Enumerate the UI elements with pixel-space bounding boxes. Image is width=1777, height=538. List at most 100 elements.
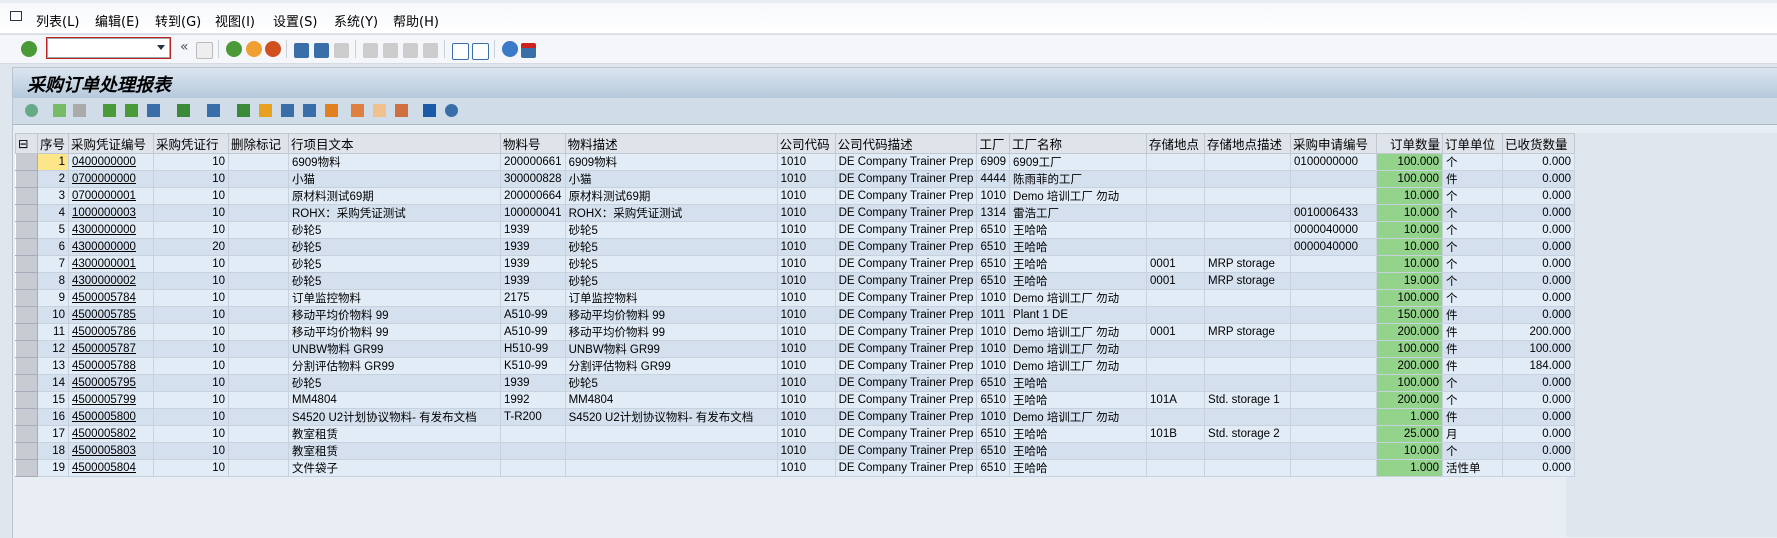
menu-help[interactable]: 帮助(H) bbox=[393, 11, 439, 30]
chevron-down-icon[interactable] bbox=[157, 45, 165, 54]
save-icon[interactable] bbox=[196, 42, 213, 59]
column-header-purchase-requisition[interactable]: 采购申请编号 bbox=[1290, 133, 1378, 154]
cell-po-number[interactable]: 0700000001 bbox=[68, 187, 154, 205]
column-header-po-item[interactable]: 采购凭证行 bbox=[153, 133, 229, 154]
word-processing-icon[interactable] bbox=[259, 104, 272, 117]
enter-icon[interactable] bbox=[21, 41, 37, 57]
cell-po-number[interactable]: 4500005784 bbox=[68, 289, 154, 307]
filter-icon[interactable] bbox=[147, 104, 160, 117]
menu-system[interactable]: 系统(Y) bbox=[334, 11, 378, 30]
row-selector[interactable] bbox=[15, 374, 38, 392]
select-all-rows-button[interactable]: ⊟ bbox=[15, 133, 38, 154]
row-selector[interactable] bbox=[15, 391, 38, 409]
cell-po-number[interactable]: 4300000000 bbox=[68, 221, 154, 239]
info-icon[interactable] bbox=[423, 104, 436, 117]
cell-po-number[interactable]: 1000000003 bbox=[68, 204, 154, 222]
abc-analysis-icon[interactable] bbox=[303, 104, 316, 117]
menu-edit[interactable]: 编辑(E) bbox=[95, 11, 139, 30]
row-selector[interactable] bbox=[15, 289, 38, 307]
cell-po-number[interactable]: 4500005786 bbox=[68, 323, 154, 341]
column-header-storage-location[interactable]: 存储地点 bbox=[1146, 133, 1206, 154]
cell-po-number[interactable]: 4500005803 bbox=[68, 442, 154, 460]
menu-view[interactable]: 视图(I) bbox=[215, 11, 255, 30]
customize-layout-icon[interactable] bbox=[521, 43, 536, 58]
previous-page-icon[interactable] bbox=[383, 43, 398, 58]
cell-po-number[interactable]: 0400000000 bbox=[68, 153, 154, 171]
sum-icon[interactable] bbox=[177, 104, 190, 117]
new-session-icon[interactable] bbox=[452, 43, 469, 60]
column-header-po-number[interactable]: 采购凭证编号 bbox=[68, 133, 154, 154]
cell-po-number[interactable]: 4500005785 bbox=[68, 306, 154, 324]
command-field[interactable] bbox=[46, 37, 171, 59]
cell-po-number[interactable]: 4300000002 bbox=[68, 272, 154, 290]
collapse-icon[interactable]: « bbox=[180, 39, 189, 55]
cell-po-number[interactable]: 4500005802 bbox=[68, 425, 154, 443]
column-header-company-code[interactable]: 公司代码 bbox=[776, 133, 836, 154]
row-selector[interactable] bbox=[15, 170, 38, 188]
row-selector[interactable] bbox=[15, 340, 38, 358]
cell-po-number[interactable]: 4500005787 bbox=[68, 340, 154, 358]
row-selector[interactable] bbox=[15, 425, 38, 443]
cell-po-number[interactable]: 0700000000 bbox=[68, 170, 154, 188]
column-header-item-text[interactable]: 行项目文本 bbox=[288, 133, 501, 154]
shortcut-icon[interactable] bbox=[472, 43, 489, 60]
menu-goto[interactable]: 转到(G) bbox=[155, 11, 201, 30]
row-selector[interactable] bbox=[15, 187, 38, 205]
help-icon[interactable] bbox=[502, 41, 518, 57]
row-selector[interactable] bbox=[15, 442, 38, 460]
exit-icon[interactable] bbox=[246, 41, 262, 57]
subtotal-icon[interactable] bbox=[207, 104, 220, 117]
last-page-icon[interactable] bbox=[423, 43, 438, 58]
deselect-all-icon[interactable] bbox=[73, 104, 86, 117]
row-selector[interactable] bbox=[15, 272, 38, 290]
column-header-deletion-flag[interactable]: 删除标记 bbox=[228, 133, 289, 154]
column-header-company-code-description[interactable]: 公司代码描述 bbox=[834, 133, 978, 154]
row-selector[interactable] bbox=[15, 221, 38, 239]
sort-descending-icon[interactable] bbox=[125, 104, 138, 117]
menu-icon[interactable] bbox=[10, 11, 22, 21]
column-header-material-number[interactable]: 物料号 bbox=[500, 133, 566, 154]
row-selector[interactable] bbox=[15, 408, 38, 426]
cell-po-number[interactable]: 4300000000 bbox=[68, 238, 154, 256]
row-selector[interactable] bbox=[15, 459, 38, 477]
column-header-order-unit[interactable]: 订单单位 bbox=[1442, 133, 1504, 154]
print-icon[interactable] bbox=[294, 43, 309, 58]
menu-list[interactable]: 列表(L) bbox=[36, 11, 79, 30]
column-header-order-quantity[interactable]: 订单数量 bbox=[1376, 133, 1444, 154]
column-header-material-description[interactable]: 物料描述 bbox=[564, 133, 778, 154]
row-selector[interactable] bbox=[15, 357, 38, 375]
select-all-icon[interactable] bbox=[53, 104, 66, 117]
refresh-icon[interactable] bbox=[445, 104, 458, 117]
cell-po-number[interactable]: 4500005799 bbox=[68, 391, 154, 409]
find-icon[interactable] bbox=[314, 43, 329, 58]
details-icon[interactable] bbox=[25, 104, 38, 117]
local-file-icon[interactable] bbox=[281, 104, 294, 117]
menu-settings[interactable]: 设置(S) bbox=[273, 11, 317, 30]
cell-po-number[interactable]: 4500005795 bbox=[68, 374, 154, 392]
row-selector[interactable] bbox=[15, 204, 38, 222]
column-header-row-number[interactable]: 序号 bbox=[37, 133, 69, 154]
row-selector[interactable] bbox=[15, 255, 38, 273]
find-next-icon[interactable] bbox=[334, 43, 349, 58]
cell-po-number[interactable]: 4500005804 bbox=[68, 459, 154, 477]
graphic-icon[interactable] bbox=[325, 104, 338, 117]
column-header-received-quantity[interactable]: 已收货数量 bbox=[1502, 133, 1576, 154]
row-selector[interactable] bbox=[15, 153, 38, 171]
cancel-icon[interactable] bbox=[265, 41, 281, 57]
change-layout-icon[interactable] bbox=[351, 104, 364, 117]
export-excel-icon[interactable] bbox=[237, 104, 250, 117]
row-selector[interactable] bbox=[15, 306, 38, 324]
save-layout-icon[interactable] bbox=[395, 104, 408, 117]
row-selector[interactable] bbox=[15, 238, 38, 256]
row-selector[interactable] bbox=[15, 323, 38, 341]
first-page-icon[interactable] bbox=[363, 43, 378, 58]
cell-po-number[interactable]: 4500005788 bbox=[68, 357, 154, 375]
cell-po-number[interactable]: 4500005800 bbox=[68, 408, 154, 426]
back-icon[interactable] bbox=[226, 41, 242, 57]
select-layout-icon[interactable] bbox=[373, 104, 386, 117]
cell-po-number[interactable]: 4300000001 bbox=[68, 255, 154, 273]
column-header-plant-name[interactable]: 工厂名称 bbox=[1009, 133, 1148, 154]
sort-ascending-icon[interactable] bbox=[103, 104, 116, 117]
column-header-storage-location-description[interactable]: 存储地点描述 bbox=[1204, 133, 1292, 154]
column-header-plant[interactable]: 工厂 bbox=[976, 133, 1011, 154]
